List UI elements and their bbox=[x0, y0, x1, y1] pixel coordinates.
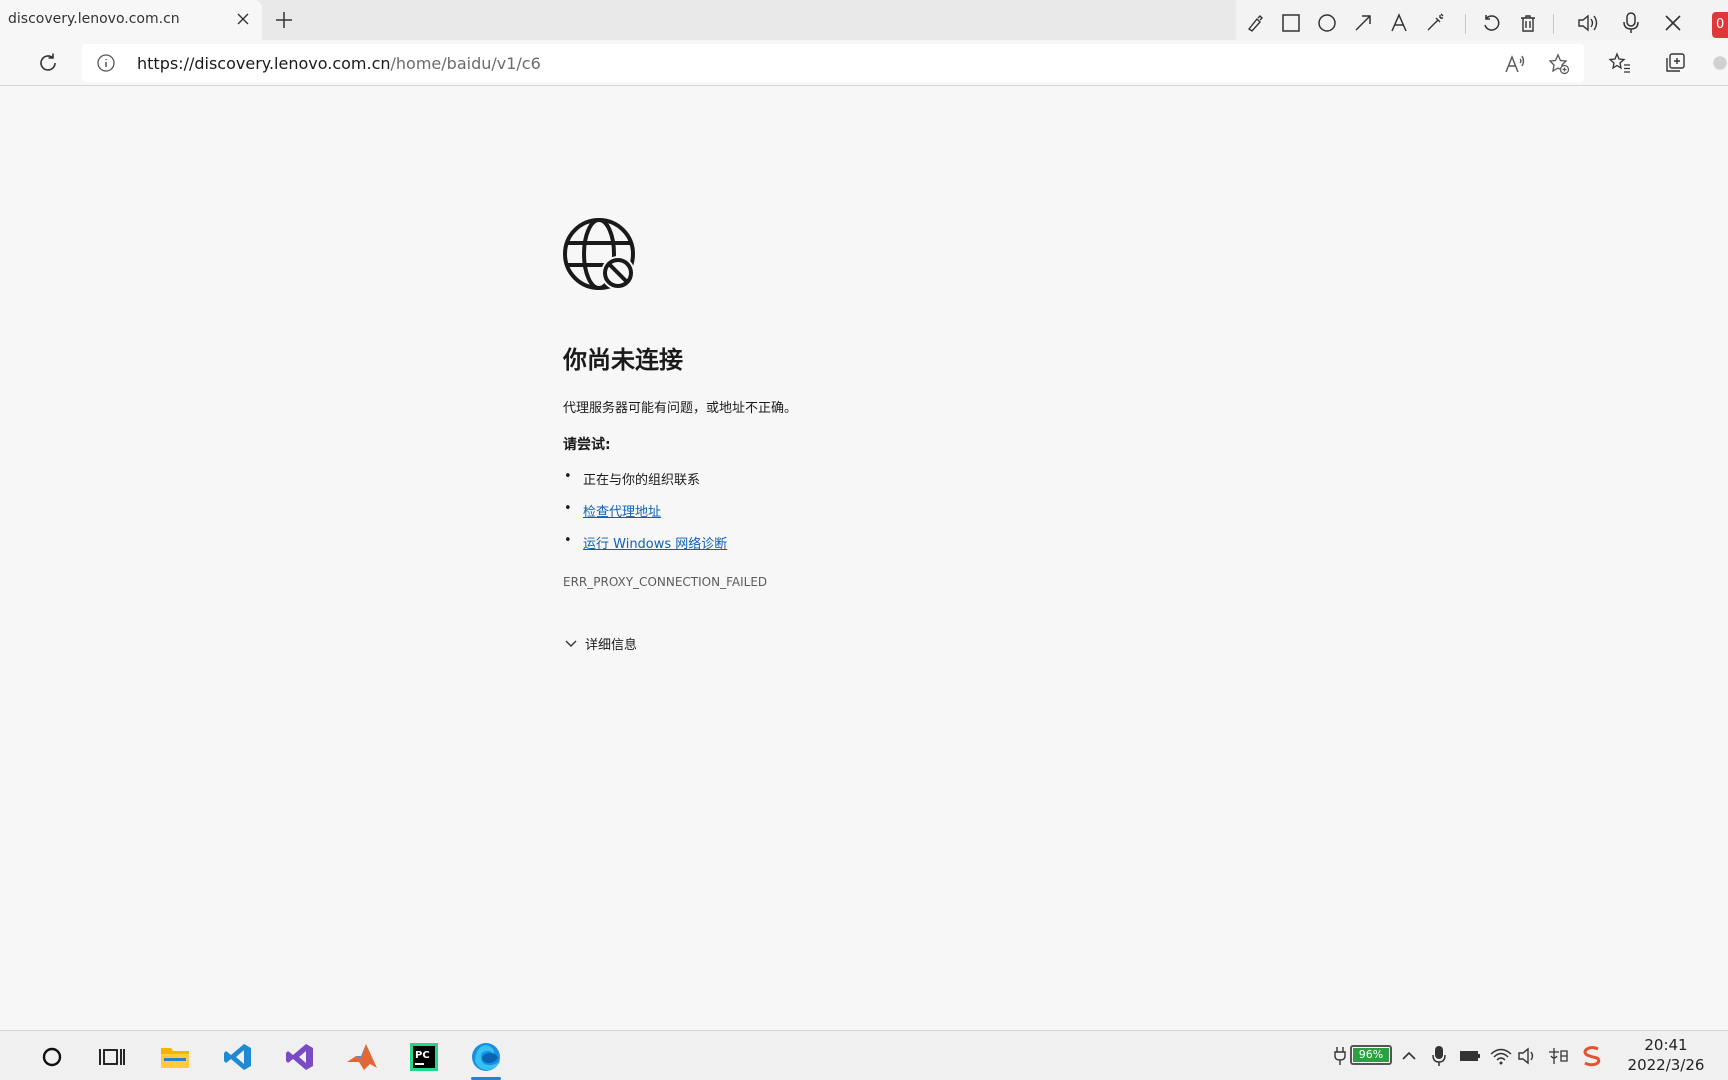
svg-text:PC: PC bbox=[415, 1050, 430, 1061]
task-view-icon[interactable] bbox=[92, 1037, 132, 1077]
wifi-icon[interactable] bbox=[1489, 1043, 1513, 1069]
try-label: 请尝试: bbox=[563, 437, 611, 453]
text-icon[interactable] bbox=[1384, 8, 1414, 38]
pycharm-icon[interactable]: PC bbox=[404, 1037, 444, 1077]
volume-icon[interactable] bbox=[1517, 1043, 1539, 1069]
tab-close-icon[interactable] bbox=[232, 8, 254, 30]
start-icon[interactable] bbox=[0, 1037, 8, 1077]
bullet: • bbox=[564, 533, 572, 548]
cortana-icon[interactable] bbox=[32, 1037, 72, 1077]
vscode-icon[interactable] bbox=[218, 1037, 258, 1077]
speaker-icon[interactable] bbox=[1573, 8, 1603, 38]
pen-icon[interactable] bbox=[1240, 8, 1270, 38]
details-label: 详细信息 bbox=[585, 638, 638, 653]
microphone-tray-icon[interactable] bbox=[1428, 1043, 1450, 1069]
circle-icon[interactable] bbox=[1312, 8, 1342, 38]
ime-icon[interactable] bbox=[1547, 1043, 1569, 1069]
error-description: 代理服务器可能有问题，或地址不正确。 bbox=[563, 401, 798, 416]
address-bar-row: https://discovery.lenovo.com.cn/home/bai… bbox=[0, 40, 1728, 86]
profile-icon[interactable] bbox=[1712, 48, 1728, 78]
sogou-input-icon[interactable] bbox=[1580, 1043, 1604, 1069]
matlab-icon[interactable] bbox=[342, 1037, 382, 1077]
chevron-up-icon[interactable] bbox=[1398, 1043, 1420, 1069]
favorites-icon[interactable] bbox=[1605, 48, 1635, 78]
refresh-icon[interactable] bbox=[32, 47, 64, 79]
power-plug-icon[interactable] bbox=[1332, 1043, 1348, 1069]
bullet: • bbox=[564, 469, 572, 484]
add-favorite-icon[interactable] bbox=[1546, 51, 1572, 77]
clock[interactable]: 20:41 2022/3/26 bbox=[1624, 1035, 1708, 1075]
battery-tray-icon[interactable] bbox=[1458, 1043, 1482, 1069]
taskbar: PC 96% 20:41 2022/3/26 bbox=[0, 1030, 1728, 1080]
tab-title: discovery.lenovo.com.cn bbox=[8, 11, 180, 27]
toolbar-divider bbox=[1465, 14, 1466, 34]
arrow-icon[interactable] bbox=[1348, 8, 1378, 38]
bullet: • bbox=[564, 501, 572, 516]
chevron-down-icon bbox=[565, 640, 577, 647]
info-icon[interactable] bbox=[96, 53, 116, 73]
battery-indicator[interactable]: 96% bbox=[1350, 1045, 1392, 1065]
microphone-icon[interactable] bbox=[1616, 8, 1646, 38]
suggestion-text: 正在与你的组织联系 bbox=[583, 473, 701, 488]
address-bar[interactable]: https://discovery.lenovo.com.cn/home/bai… bbox=[82, 44, 1584, 82]
new-tab-icon[interactable] bbox=[270, 6, 298, 34]
url-path: /home/baidu/v1/c6 bbox=[390, 54, 541, 73]
visual-studio-icon[interactable] bbox=[280, 1037, 320, 1077]
battery-level: 96% bbox=[1353, 1048, 1389, 1062]
close-icon[interactable] bbox=[1658, 8, 1688, 38]
error-heading: 你尚未连接 bbox=[563, 346, 683, 374]
edge-icon[interactable] bbox=[466, 1037, 506, 1077]
undo-icon[interactable] bbox=[1476, 8, 1506, 38]
clock-date: 2022/3/26 bbox=[1627, 1056, 1705, 1074]
error-code: ERR_PROXY_CONNECTION_FAILED bbox=[563, 575, 768, 589]
url-host: https://discovery.lenovo.com.cn bbox=[137, 54, 391, 73]
browser-tab[interactable]: discovery.lenovo.com.cn bbox=[0, 0, 262, 40]
details-button[interactable]: 详细信息 bbox=[563, 634, 637, 653]
toolbar-divider bbox=[1553, 14, 1554, 34]
globe-blocked-icon bbox=[563, 218, 639, 294]
network-diagnostics-link[interactable]: 运行 Windows 网络诊断 bbox=[583, 533, 727, 552]
url-text[interactable]: https://discovery.lenovo.com.cn/home/bai… bbox=[137, 54, 541, 73]
delete-icon[interactable] bbox=[1513, 8, 1543, 38]
rectangle-icon[interactable] bbox=[1276, 8, 1306, 38]
read-aloud-icon[interactable] bbox=[1502, 51, 1528, 77]
collections-icon[interactable] bbox=[1660, 48, 1690, 78]
clock-time: 20:41 bbox=[1644, 1036, 1688, 1054]
recording-badge: 0 bbox=[1712, 12, 1728, 38]
file-explorer-icon[interactable] bbox=[155, 1037, 195, 1077]
check-proxy-link[interactable]: 检查代理地址 bbox=[583, 501, 661, 520]
highlighter-icon[interactable] bbox=[1420, 8, 1450, 38]
